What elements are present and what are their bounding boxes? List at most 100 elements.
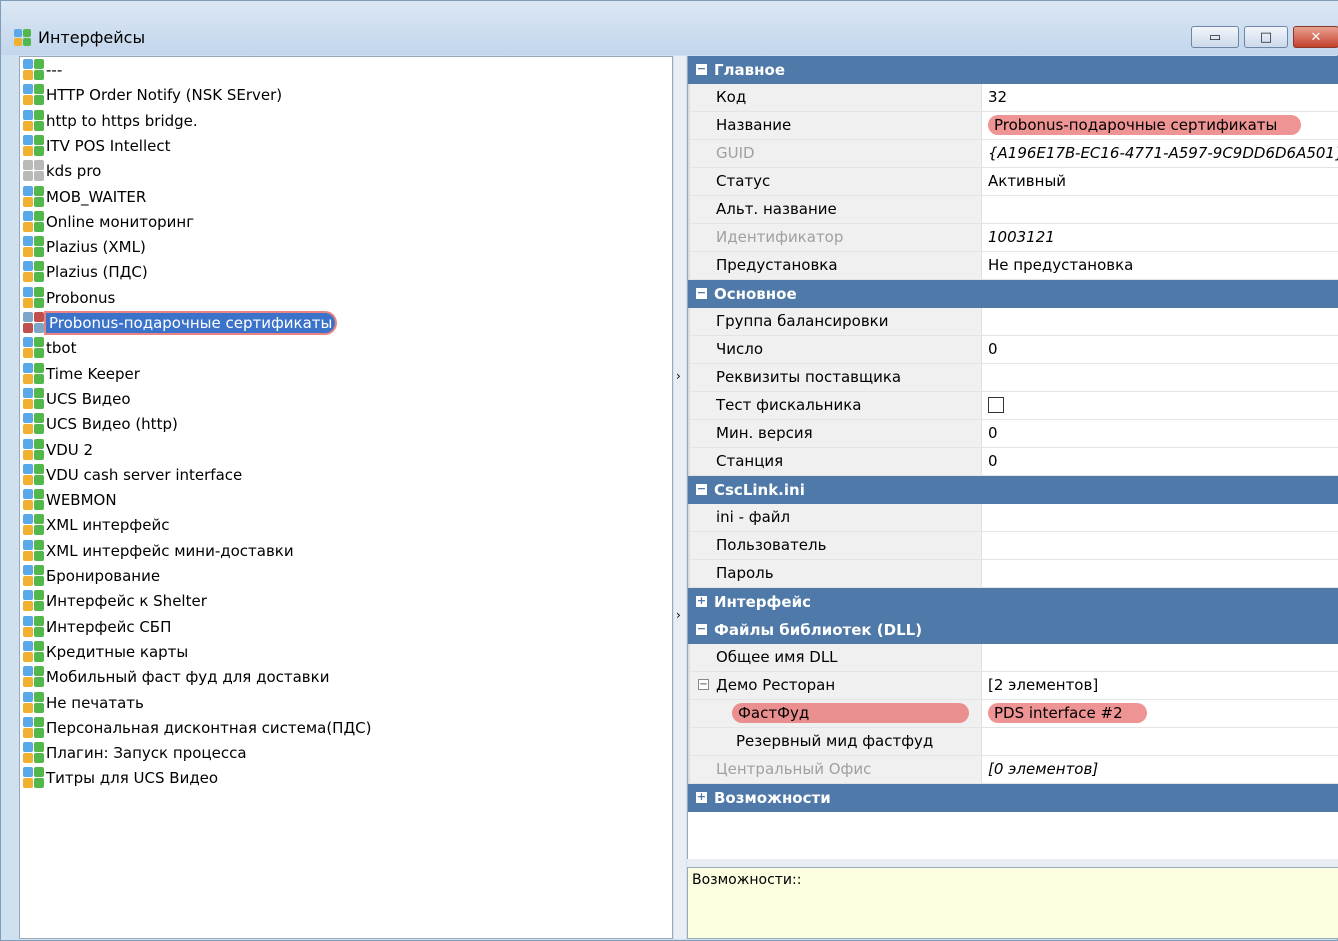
property-key: Группа балансировки (690, 308, 982, 335)
expand-icon[interactable]: + (696, 791, 707, 803)
tree-item[interactable]: VDU cash server interface (22, 463, 242, 487)
property-row-fiscal-test[interactable]: Тест фискальника (688, 392, 1338, 420)
property-row-dll-name[interactable]: Общее имя DLL (688, 644, 1338, 672)
property-value[interactable] (988, 392, 1338, 419)
property-value[interactable] (988, 196, 1338, 223)
interface-icon (22, 488, 46, 512)
property-value[interactable] (988, 532, 1338, 559)
property-row-ini-file[interactable]: ini - файл (688, 504, 1338, 532)
property-value[interactable]: 0 (988, 420, 1338, 447)
collapse-icon[interactable]: − (696, 63, 707, 75)
property-value[interactable]: 32 (988, 84, 1338, 111)
property-row-kod[interactable]: Код 32 (688, 84, 1338, 112)
minimize-button[interactable]: ▭ (1191, 26, 1239, 48)
collapse-icon[interactable]: − (698, 679, 709, 690)
tree-item[interactable]: Персональная дисконтная система(ПДС) (22, 716, 372, 740)
tree-item[interactable]: Time Keeper (22, 362, 140, 386)
tree-item[interactable]: UCS Видео (http) (22, 412, 178, 436)
tree-item[interactable]: ITV POS Intellect (22, 134, 171, 158)
tree-item[interactable]: tbot (22, 336, 76, 360)
tree-item[interactable]: Probonus (22, 286, 115, 310)
tree-item[interactable]: XML интерфейс (22, 513, 169, 537)
property-row-station[interactable]: Станция 0 (688, 448, 1338, 476)
property-value[interactable]: Probonus-подарочные сертификаты (988, 115, 1302, 135)
property-value[interactable] (988, 560, 1338, 587)
collapse-icon[interactable]: − (696, 623, 707, 635)
tree-item[interactable]: XML интерфейс мини-доставки (22, 539, 294, 563)
category-csclink[interactable]: − CscLink.ini (688, 476, 1338, 504)
interface-icon (22, 615, 46, 639)
property-value[interactable]: 0 (988, 448, 1338, 475)
property-value-wrap[interactable]: PDS interface #2 (988, 700, 1338, 727)
property-value[interactable]: 1003121 (988, 224, 1338, 251)
interface-icon (22, 691, 46, 715)
property-value-wrap[interactable]: Probonus-подарочные сертификаты (988, 112, 1338, 139)
property-value[interactable]: Активный (988, 168, 1338, 195)
property-row-user[interactable]: Пользователь (688, 532, 1338, 560)
tree-item[interactable]: Мобильный фаст фуд для доставки (22, 665, 329, 689)
property-value[interactable] (988, 504, 1338, 531)
close-button[interactable]: ✕ (1293, 26, 1338, 48)
category-dll[interactable]: − Файлы библиотек (DLL) (688, 616, 1338, 644)
tree-item[interactable]: Титры для UCS Видео (22, 766, 218, 790)
property-value[interactable] (988, 728, 1338, 755)
property-row-password[interactable]: Пароль (688, 560, 1338, 588)
property-row-name[interactable]: Название Probonus-подарочные сертификаты (688, 112, 1338, 140)
tree-item[interactable]: Probonus-подарочные сертификаты (22, 311, 336, 335)
interfaces-tree[interactable]: --- HTTP Order Notify (NSK SErver) http to… (19, 56, 673, 939)
property-value[interactable]: [2 элементов] (988, 672, 1338, 699)
collapse-icon[interactable]: − (696, 287, 707, 299)
tree-item[interactable]: --- (22, 58, 62, 82)
tree-item[interactable]: http to https bridge. (22, 109, 198, 133)
tree-item[interactable]: Интерфейс к Shelter (22, 589, 207, 613)
property-row-supplier[interactable]: Реквизиты поставщика (688, 364, 1338, 392)
description-splitter[interactable] (687, 859, 1338, 867)
fiscal-test-checkbox[interactable] (988, 396, 1004, 413)
property-row-status[interactable]: Статус Активный (688, 168, 1338, 196)
tree-item[interactable]: Бронирование (22, 564, 160, 588)
property-value[interactable]: PDS interface #2 (988, 703, 1147, 723)
tree-item[interactable]: MOB_WAITER (22, 185, 146, 209)
property-value[interactable] (988, 644, 1338, 671)
property-value[interactable] (988, 364, 1338, 391)
property-row-min-version[interactable]: Мин. версия 0 (688, 420, 1338, 448)
property-row-guid[interactable]: GUID {A196E17B-EC16-4771-A597-9C9DD6D6A5… (688, 140, 1338, 168)
pane-splitter[interactable]: › › (674, 56, 686, 939)
tree-item[interactable]: Кредитные карты (22, 640, 188, 664)
tree-item[interactable]: Не печатать (22, 691, 144, 715)
collapse-icon[interactable]: − (696, 483, 707, 495)
property-value[interactable]: Не предустановка (988, 252, 1338, 279)
tree-item[interactable]: VDU 2 (22, 438, 93, 462)
property-row-identifier[interactable]: Идентификатор 1003121 (688, 224, 1338, 252)
tree-item[interactable]: Интерфейс СБП (22, 615, 171, 639)
property-row-reserve-fastfood[interactable]: Резервный мид фастфуд (688, 728, 1338, 756)
tree-item[interactable]: Plazius (ПДС) (22, 260, 148, 284)
expand-icon[interactable]: + (696, 595, 707, 607)
tree-item[interactable]: Плагин: Запуск процесса (22, 741, 247, 765)
property-row-alt-name[interactable]: Альт. название (688, 196, 1338, 224)
property-row-balance-group[interactable]: Группа балансировки (688, 308, 1338, 336)
tree-item[interactable]: kds pro (22, 159, 101, 183)
interface-icon (22, 513, 46, 537)
tree-item[interactable]: UCS Видео (22, 387, 131, 411)
property-value[interactable]: 0 (988, 336, 1338, 363)
property-value[interactable] (988, 308, 1338, 335)
maximize-button[interactable]: □ (1244, 26, 1288, 48)
property-value[interactable]: {A196E17B-EC16-4771-A597-9C9DD6D6A501} (988, 140, 1338, 167)
tree-item[interactable]: Plazius (XML) (22, 235, 146, 259)
tree-item-label: Титры для UCS Видео (46, 769, 219, 788)
category-main[interactable]: − Главное (688, 56, 1338, 84)
tree-item[interactable]: HTTP Order Notify (NSK SErver) (22, 83, 282, 107)
tree-item[interactable]: Online мониторинг (22, 210, 194, 234)
property-key: Центральный Офис (690, 756, 982, 783)
property-row-preset[interactable]: Предустановка Не предустановка (688, 252, 1338, 280)
property-row-number[interactable]: Число 0 (688, 336, 1338, 364)
category-capabilities[interactable]: + Возможности (688, 784, 1338, 812)
category-basic[interactable]: − Основное (688, 280, 1338, 308)
property-row-central-office[interactable]: Центральный Офис [0 элементов] (688, 756, 1338, 784)
property-value[interactable]: [0 элементов] (988, 756, 1338, 783)
category-interface[interactable]: + Интерфейс (688, 588, 1338, 616)
property-row-demo-restaurant[interactable]: − Демо Ресторан [2 элементов] (688, 672, 1338, 700)
property-row-fastfood[interactable]: ФастФуд PDS interface #2 (688, 700, 1338, 728)
tree-item[interactable]: WEBMON (22, 488, 117, 512)
